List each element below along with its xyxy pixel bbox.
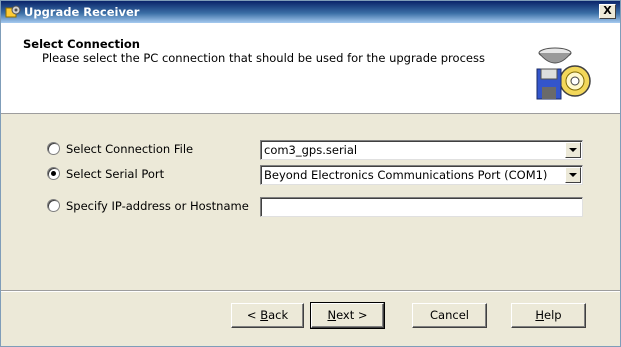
- radio-connection-file[interactable]: [47, 142, 60, 155]
- connection-file-dropdown[interactable]: com3_gps.serial: [260, 140, 583, 160]
- radio-label: Specify IP-address or Hostname: [66, 199, 249, 213]
- cancel-button[interactable]: Cancel: [412, 303, 487, 328]
- radio-label: Select Connection File: [66, 142, 194, 156]
- next-button[interactable]: Next >: [310, 302, 385, 329]
- ip-address-input[interactable]: [260, 197, 583, 217]
- back-button[interactable]: < Back: [231, 303, 304, 328]
- title-bar[interactable]: Upgrade Receiver X: [1, 1, 620, 23]
- dropdown-value: com3_gps.serial: [264, 143, 358, 157]
- app-gear-icon: [5, 5, 21, 18]
- upgrade-receiver-dialog: Upgrade Receiver X Select Connection Ple…: [0, 0, 621, 347]
- page-title: Select Connection: [23, 37, 140, 51]
- close-button[interactable]: X: [599, 4, 616, 19]
- radio-label: Select Serial Port: [66, 167, 165, 181]
- window-title: Upgrade Receiver: [24, 5, 140, 19]
- page-description: Please select the PC connection that sho…: [42, 51, 485, 65]
- dropdown-value: Beyond Electronics Communications Port (…: [264, 168, 548, 182]
- chevron-down-icon[interactable]: [565, 167, 581, 183]
- serial-port-dropdown[interactable]: Beyond Electronics Communications Port (…: [260, 165, 583, 185]
- chevron-down-icon[interactable]: [565, 142, 581, 158]
- floppy-disk-cd-icon: [536, 47, 591, 100]
- close-icon: X: [603, 4, 612, 17]
- help-button[interactable]: Help: [511, 303, 586, 328]
- wizard-header: Select Connection Please select the PC c…: [1, 23, 620, 114]
- footer-separator: [1, 290, 620, 292]
- radio-serial-port[interactable]: [47, 167, 60, 180]
- radio-ip-address[interactable]: [47, 199, 60, 212]
